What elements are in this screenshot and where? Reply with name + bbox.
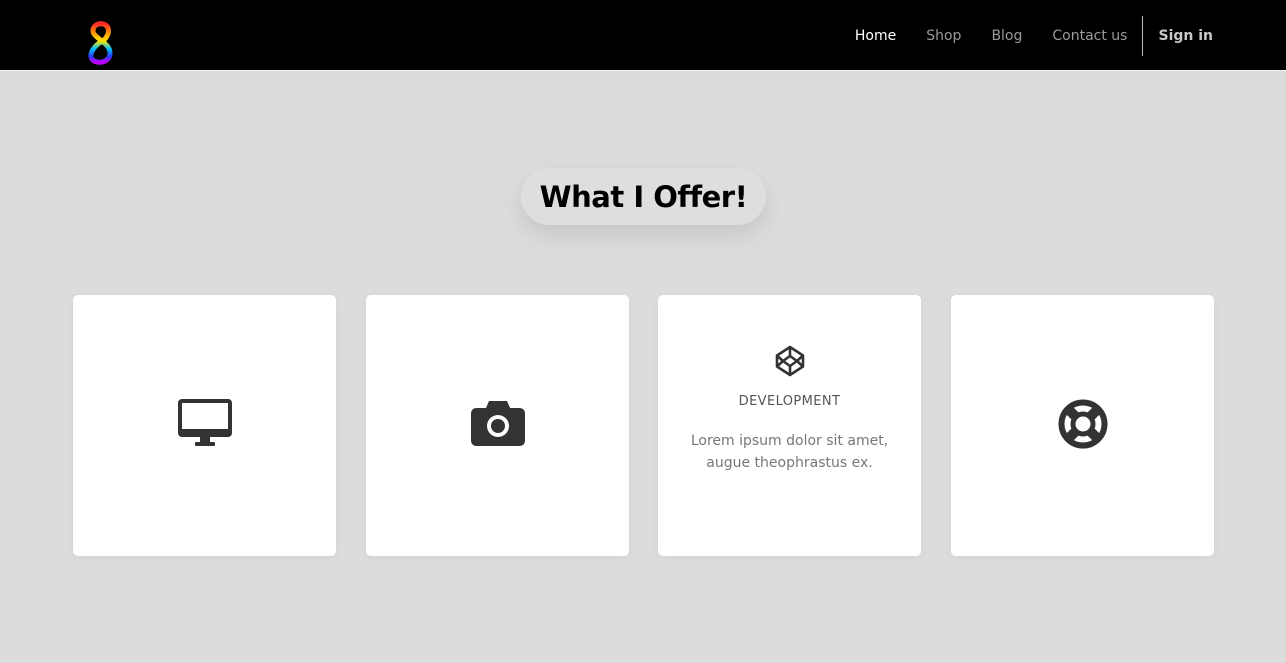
card-title: DEVELOPMENT: [738, 394, 841, 409]
life-ring-icon: [1058, 399, 1107, 449]
service-card-development[interactable]: DEVELOPMENT Lorem ipsum dolor sit amet, …: [658, 295, 921, 556]
navbar: Home Shop Blog Contact us Sign in: [0, 0, 1286, 71]
main-nav: Home Shop Blog Contact us Sign in: [825, 0, 1213, 71]
section-title-pill: What I Offer!: [521, 168, 766, 225]
section-title: What I Offer!: [539, 179, 748, 214]
rainbow-s-logo-icon[interactable]: [86, 20, 116, 68]
camera-icon: [470, 401, 525, 446]
card-description: Lorem ipsum dolor sit amet, augue theoph…: [690, 433, 889, 471]
service-card-desktop[interactable]: [73, 295, 336, 556]
sign-in-link[interactable]: Sign in: [1158, 28, 1213, 44]
nav-divider: [1142, 15, 1144, 56]
nav-link-contact[interactable]: Contact us: [1052, 28, 1127, 44]
service-card-support[interactable]: [951, 295, 1214, 556]
desktop-icon: [177, 399, 232, 446]
nav-link-blog[interactable]: Blog: [991, 28, 1022, 44]
nav-link-home[interactable]: Home: [855, 28, 896, 44]
service-card-photography[interactable]: [366, 295, 629, 556]
codepen-icon: [775, 345, 804, 377]
nav-link-shop[interactable]: Shop: [926, 28, 961, 44]
